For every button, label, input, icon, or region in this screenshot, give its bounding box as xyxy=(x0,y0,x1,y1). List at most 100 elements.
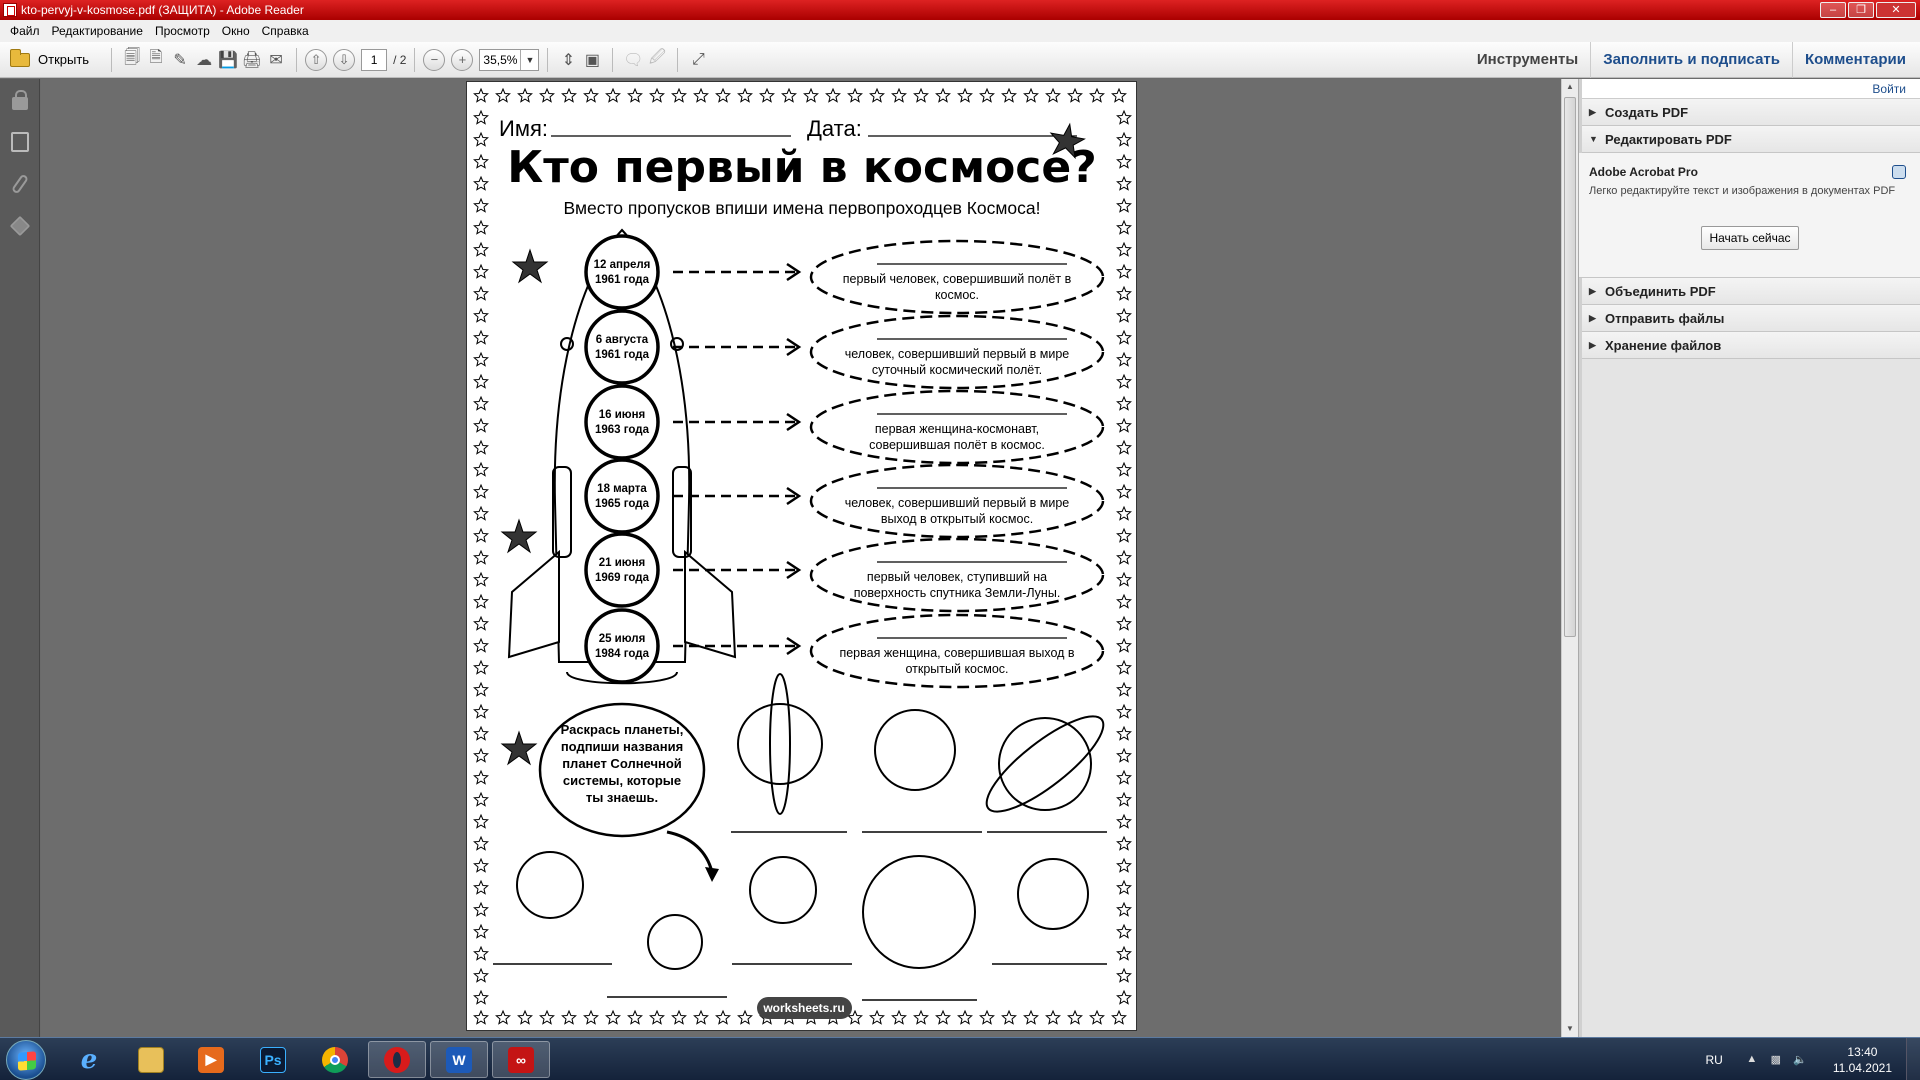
toolbar-separator xyxy=(296,47,298,72)
maximize-button[interactable]: ❐ xyxy=(1848,2,1874,18)
event-date-line2: 1965 года xyxy=(595,498,650,510)
section-label: Объединить PDF xyxy=(1605,283,1716,299)
fullscreen-icon[interactable]: ⤢ xyxy=(686,49,710,71)
menu-edit[interactable]: Редактирование xyxy=(46,24,149,38)
border-star xyxy=(803,87,819,103)
zoom-out-icon[interactable]: − xyxy=(423,48,446,71)
event-desc-line2: суточный космический полёт. xyxy=(872,363,1042,377)
photoshop-icon: Ps xyxy=(260,1046,286,1073)
start-now-button[interactable]: Начать сейчас xyxy=(1701,226,1799,250)
security-lock-icon[interactable] xyxy=(0,79,40,121)
menu-help[interactable]: Справка xyxy=(256,24,315,38)
border-star xyxy=(1116,153,1132,169)
border-star xyxy=(1067,87,1083,103)
border-star xyxy=(473,373,489,389)
start-button[interactable] xyxy=(6,1040,46,1080)
scrollbar-thumb[interactable] xyxy=(1564,97,1576,637)
section-create-pdf[interactable]: ▶ Создать PDF xyxy=(1579,99,1920,126)
border-star xyxy=(539,87,555,103)
taskbar-opera[interactable] xyxy=(368,1041,426,1078)
event-date-line2: 1969 года xyxy=(595,572,650,584)
section-store-files[interactable]: ▶ Хранение файлов xyxy=(1579,332,1920,359)
network-icon[interactable]: ▩ xyxy=(1769,1053,1783,1067)
border-star xyxy=(1045,1009,1061,1025)
event-desc-line1: первый человек, ступивший на xyxy=(867,570,1047,584)
event-date-line1: 25 июля xyxy=(599,633,646,645)
border-star xyxy=(473,351,489,367)
chevron-down-icon[interactable]: ▼ xyxy=(520,49,538,70)
menu-window[interactable]: Окно xyxy=(216,24,256,38)
comments-button[interactable]: Комментарии xyxy=(1791,42,1920,78)
taskbar-chrome[interactable] xyxy=(306,1041,364,1078)
taskbar-explorer[interactable] xyxy=(122,1041,180,1078)
chevron-up-icon[interactable]: ▲ xyxy=(1745,1053,1759,1067)
next-page-icon[interactable]: ⇩ xyxy=(333,48,356,71)
tools-button[interactable]: Инструменты xyxy=(1465,42,1590,78)
taskbar-photoshop[interactable]: Ps xyxy=(244,1041,302,1078)
border-star xyxy=(1116,593,1132,609)
page-thumbnails-icon[interactable] xyxy=(0,121,40,163)
taskbar-adobe-reader[interactable]: ∞ xyxy=(492,1041,550,1078)
zoom-in-icon[interactable]: + xyxy=(451,48,474,71)
border-star xyxy=(693,1009,709,1025)
print-icon[interactable]: 🖨 xyxy=(240,49,264,71)
section-send-files[interactable]: ▶ Отправить файлы xyxy=(1579,305,1920,332)
fill-sign-button[interactable]: Заполнить и подписать xyxy=(1590,42,1792,78)
fit-page-icon[interactable]: ▣ xyxy=(580,49,604,71)
cloud-upload-icon[interactable]: ☁ xyxy=(192,49,216,71)
edit-pdf-icon[interactable]: ✎ xyxy=(168,49,192,71)
taskbar-media-player[interactable]: ▶ xyxy=(182,1041,240,1078)
page-number-input[interactable]: 1 xyxy=(361,48,388,71)
taskbar-ie[interactable]: e xyxy=(60,1041,118,1078)
section-edit-pdf[interactable]: ▼ Редактировать PDF xyxy=(1579,126,1920,153)
event-date-line2: 1961 года xyxy=(595,274,650,286)
promo-description: Легко редактируйте текст и изображения в… xyxy=(1589,185,1896,197)
section-combine-pdf[interactable]: ▶ Объединить PDF xyxy=(1579,278,1920,305)
zoom-select[interactable]: 35,5% ▼ xyxy=(479,48,540,71)
border-star xyxy=(737,1009,753,1025)
border-star xyxy=(473,219,489,235)
taskbar-word[interactable]: W xyxy=(430,1041,488,1078)
border-star xyxy=(473,131,489,147)
volume-icon[interactable]: 🔈 xyxy=(1793,1053,1807,1067)
border-star xyxy=(1116,483,1132,499)
show-desktop-button[interactable] xyxy=(1906,1038,1920,1080)
highlight-icon[interactable]: 🖉 xyxy=(645,49,669,71)
attachments-icon[interactable] xyxy=(0,163,40,205)
vertical-scrollbar[interactable]: ▲ ▼ xyxy=(1561,79,1578,1037)
border-star xyxy=(473,87,489,103)
login-link[interactable]: Войти xyxy=(1579,79,1920,99)
toolbar-separator xyxy=(677,47,679,72)
clock[interactable]: 13:40 11.04.2021 xyxy=(1833,1044,1892,1076)
menu-view[interactable]: Просмотр xyxy=(149,24,216,38)
layers-icon[interactable] xyxy=(0,205,40,247)
save-icon[interactable]: 💾 xyxy=(216,49,240,71)
border-star xyxy=(473,263,489,279)
worksheets-badge: worksheets.ru xyxy=(757,997,852,1019)
comment-icon[interactable]: 🗨 xyxy=(621,49,645,71)
clock-time: 13:40 xyxy=(1847,1044,1878,1059)
close-button[interactable]: ✕ xyxy=(1876,2,1916,18)
previous-page-icon[interactable]: ⇧ xyxy=(305,48,328,71)
toolbar-separator xyxy=(612,47,614,72)
border-star xyxy=(1116,637,1132,653)
scroll-up-icon[interactable]: ▲ xyxy=(1562,79,1578,95)
border-star xyxy=(1116,263,1132,279)
fit-width-icon[interactable]: ⇕ xyxy=(556,49,580,71)
menu-file[interactable]: Файл xyxy=(4,24,46,38)
minimize-button[interactable]: – xyxy=(1820,2,1846,18)
border-star xyxy=(1116,747,1132,763)
export-pdf-icon[interactable]: 🗎 xyxy=(144,49,168,71)
event-date-line1: 12 апреля xyxy=(594,259,651,271)
create-pdf-icon[interactable]: 🗐 xyxy=(120,49,144,71)
border-star xyxy=(583,87,599,103)
border-star xyxy=(1116,835,1132,851)
border-star xyxy=(605,1009,621,1025)
language-indicator[interactable]: RU xyxy=(1705,1053,1722,1067)
border-star xyxy=(1116,967,1132,983)
open-button[interactable]: Открыть xyxy=(8,47,97,73)
pdf-page: Имя: Дата: Кто первый в космосе? Вместо … xyxy=(466,81,1137,1031)
toolbar-separator xyxy=(547,47,549,72)
scroll-down-icon[interactable]: ▼ xyxy=(1562,1021,1578,1037)
email-icon[interactable]: ✉ xyxy=(264,49,288,71)
